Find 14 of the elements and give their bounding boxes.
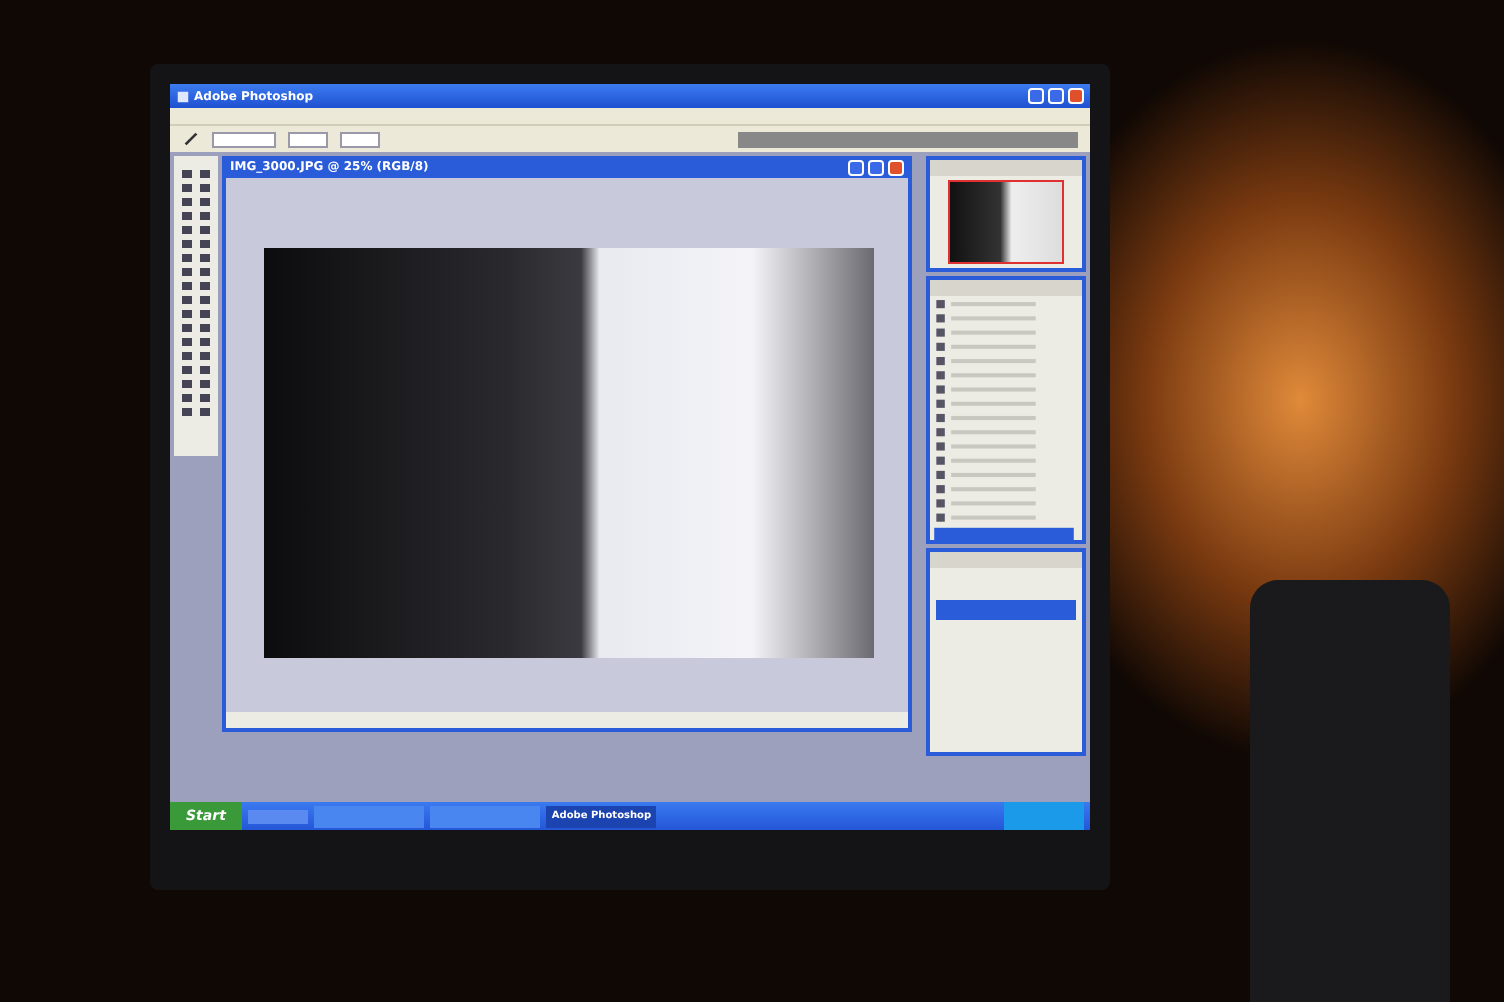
close-button[interactable]: [1068, 88, 1084, 104]
maximize-button[interactable]: [1048, 88, 1064, 104]
system-tray: [1004, 802, 1084, 830]
thumbnail-placeholder: [950, 182, 1062, 262]
minimize-button[interactable]: [1028, 88, 1044, 104]
minimize-button[interactable]: [848, 159, 864, 175]
close-button[interactable]: [888, 159, 904, 175]
dropdown-field[interactable]: [340, 131, 380, 147]
maximize-button[interactable]: [868, 159, 884, 175]
dropdown-field[interactable]: [288, 131, 328, 147]
dropdown-field[interactable]: [212, 131, 276, 147]
quick-launch-icons: [247, 809, 308, 823]
brush-icon: [182, 130, 200, 148]
app-icon: [176, 89, 190, 103]
